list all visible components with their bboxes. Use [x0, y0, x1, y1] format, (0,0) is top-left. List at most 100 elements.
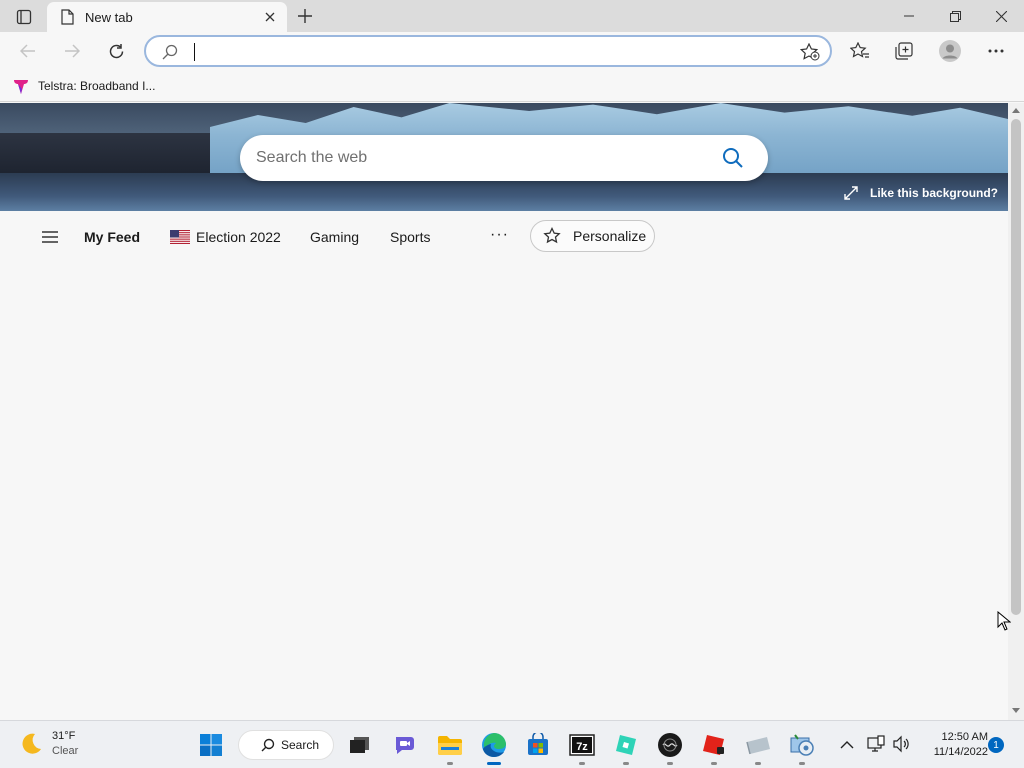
mouse-cursor-icon [997, 611, 1011, 631]
profile-button[interactable] [934, 36, 966, 66]
grey-app-button[interactable] [742, 729, 774, 765]
collections-icon [895, 42, 913, 60]
control-panel-button[interactable] [786, 729, 818, 765]
forward-button[interactable] [56, 36, 88, 66]
windows-start-icon [200, 734, 222, 756]
nav-my-feed[interactable]: My Feed [84, 227, 140, 247]
scroll-thumb[interactable] [1011, 119, 1021, 615]
collections-button[interactable] [888, 36, 920, 66]
control-panel-icon [790, 734, 814, 756]
avatar-icon [939, 40, 961, 62]
text-caret [194, 43, 195, 61]
nav-more-button[interactable]: ··· [490, 225, 509, 245]
like-background-link[interactable]: Like this background? [844, 183, 998, 203]
nav-election-2022[interactable]: Election 2022 [170, 227, 281, 247]
7zip-icon: 7z [569, 734, 595, 756]
personalize-button[interactable]: Personalize [530, 220, 655, 252]
network-button[interactable] [866, 735, 886, 758]
speaker-icon [893, 735, 909, 753]
file-explorer-button[interactable] [434, 729, 466, 765]
address-input[interactable] [192, 41, 772, 61]
us-flag-icon [170, 230, 190, 244]
7zip-button[interactable]: 7z [566, 729, 598, 765]
tab-close-button[interactable] [259, 6, 281, 28]
hamburger-menu-icon[interactable] [40, 229, 60, 245]
folder-icon [438, 736, 462, 755]
like-background-label: Like this background? [870, 186, 999, 200]
task-view-button[interactable] [344, 729, 376, 761]
new-tab-button[interactable] [292, 5, 318, 27]
scroll-down-icon[interactable] [1012, 708, 1020, 714]
weather-widget[interactable]: 31°F Clear [18, 729, 78, 759]
favorites-icon [850, 42, 869, 58]
search-icon[interactable] [722, 147, 744, 169]
network-icon [867, 735, 885, 752]
taskbar-search[interactable]: Search [238, 730, 334, 760]
nav-gaming[interactable]: Gaming [310, 227, 359, 247]
store-button[interactable] [522, 729, 554, 761]
running-indicator [799, 762, 805, 765]
weather-condition: Clear [52, 745, 79, 757]
teal-app-button[interactable] [610, 729, 642, 765]
clock[interactable]: 12:50 AM 11/14/2022 [916, 730, 988, 760]
browser-toolbar [0, 32, 1024, 70]
favorites-button[interactable] [844, 36, 876, 66]
refresh-button[interactable] [100, 36, 132, 66]
tab-actions-button[interactable] [8, 6, 40, 28]
running-indicator [623, 762, 629, 765]
app-icon-grey [746, 737, 770, 755]
expand-icon [844, 186, 858, 200]
notification-badge[interactable]: 1 [988, 737, 1004, 753]
restore-button[interactable] [932, 0, 978, 32]
moon-icon [22, 733, 41, 754]
favorites-bar: Telstra: Broadband I... [0, 70, 1024, 102]
address-bar[interactable] [144, 35, 832, 67]
nav-election-label: Election 2022 [196, 229, 281, 245]
chevron-up-icon [840, 741, 854, 749]
bookmark-label: Telstra: Broadband I... [38, 79, 156, 93]
arrow-left-icon [20, 44, 35, 58]
minimize-button[interactable] [886, 0, 932, 32]
plus-icon [298, 9, 312, 23]
clock-time: 12:50 AM [941, 731, 988, 743]
app-icon-dark [658, 733, 682, 757]
dark-app-button[interactable] [654, 729, 686, 765]
taskbar-search-label: Search [281, 738, 320, 752]
restore-icon [949, 10, 961, 22]
teams-chat-button[interactable] [389, 729, 421, 761]
store-icon [528, 733, 548, 755]
telstra-icon [14, 80, 28, 94]
refresh-icon [109, 43, 123, 58]
clock-date: 11/14/2022 [933, 746, 988, 758]
svg-text:7z: 7z [576, 741, 588, 753]
add-favorite-icon[interactable] [800, 43, 820, 61]
hero-shadow [0, 133, 220, 173]
running-indicator [755, 762, 761, 765]
show-hidden-icons-button[interactable] [840, 737, 854, 755]
tab-title: New tab [85, 9, 133, 25]
edge-button[interactable] [478, 729, 510, 765]
back-button[interactable] [12, 36, 44, 66]
running-indicator [579, 762, 585, 765]
minimize-icon [904, 15, 914, 17]
search-icon [162, 44, 178, 60]
background-image: Search the web Like this background? [0, 103, 1008, 211]
feed-navigation: My Feed Election 2022 Gaming Sports ··· … [0, 211, 1008, 261]
scroll-up-icon[interactable] [1012, 107, 1020, 113]
close-window-button[interactable] [978, 0, 1024, 32]
start-button[interactable] [195, 729, 227, 761]
running-indicator [711, 762, 717, 765]
teams-chat-icon [396, 737, 414, 754]
nav-sports[interactable]: Sports [390, 227, 430, 247]
edge-icon [482, 732, 506, 757]
sparkle-star-icon [543, 227, 561, 244]
task-view-icon [350, 737, 369, 753]
bookmark-telstra[interactable]: Telstra: Broadband I... [12, 76, 155, 96]
tab-new-tab[interactable]: New tab [47, 2, 287, 32]
web-search-box[interactable]: Search the web [240, 135, 768, 181]
settings-more-button[interactable] [980, 36, 1012, 66]
red-app-button[interactable] [698, 729, 730, 765]
volume-button[interactable] [892, 735, 910, 758]
running-indicator [447, 762, 453, 765]
app-icon-teal [616, 735, 636, 755]
